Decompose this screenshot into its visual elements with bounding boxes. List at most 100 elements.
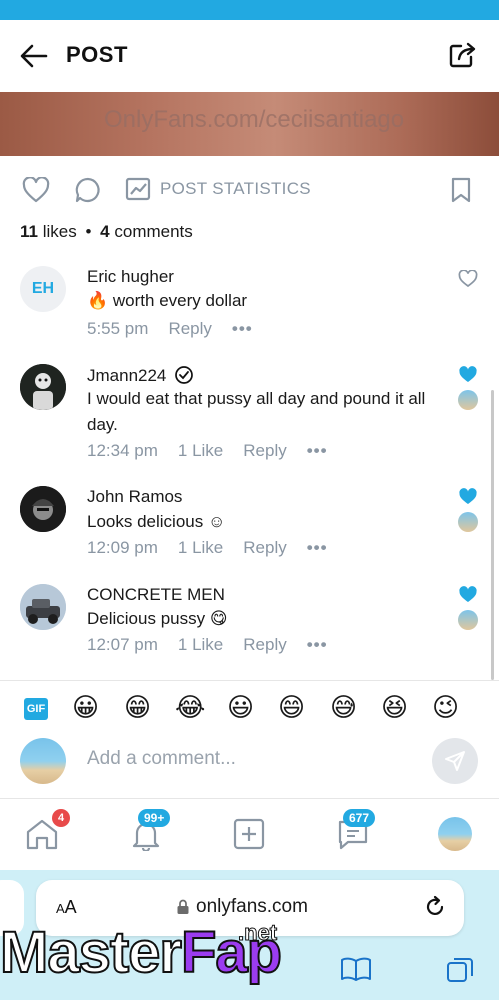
media-watermark: OnlyFans.com/ceciisantiago — [104, 106, 405, 133]
reload-icon[interactable] — [422, 894, 448, 920]
current-user-avatar — [20, 738, 66, 784]
post-engagement-summary: 11 likes • 4 comments — [20, 222, 193, 242]
add-post-icon — [233, 818, 265, 850]
user-photo-icon — [20, 486, 66, 532]
tab-home[interactable]: 4 — [24, 809, 70, 853]
comment-text: Delicious pussy 😋 — [87, 606, 427, 632]
likes-count[interactable]: 11 — [20, 222, 38, 241]
fire-emoji: 🔥 — [87, 291, 109, 310]
comment-input[interactable]: Add a comment... — [87, 748, 236, 770]
like-heart-icon[interactable] — [22, 177, 50, 203]
comment-meta: 12:09 pm 1 Like Reply ••• — [87, 538, 348, 558]
bookmarks-book-icon[interactable] — [340, 956, 372, 982]
emoji-button[interactable]: 😄 — [278, 693, 305, 723]
tabs-overview-icon[interactable] — [446, 956, 474, 984]
logo-part-master: Master — [0, 920, 183, 985]
comments-word: comments — [114, 222, 193, 241]
comments-count: 4 — [100, 222, 110, 241]
emoji-button[interactable]: 😅 — [330, 693, 357, 723]
url-text: onlyfans.com — [196, 896, 308, 917]
smile-emoji: ☺ — [207, 512, 226, 531]
comment-like-heart-icon[interactable] — [458, 270, 478, 288]
emoji-button[interactable]: 😉 — [432, 693, 459, 723]
comment-author[interactable]: Jmann224 — [87, 365, 194, 386]
reply-button[interactable]: Reply — [243, 635, 286, 655]
notifications-badge: 99+ — [138, 809, 171, 827]
back-arrow-icon[interactable] — [18, 42, 50, 70]
more-options-icon[interactable]: ••• — [307, 635, 328, 655]
post-actions-bar: POST STATISTICS — [0, 160, 499, 216]
tab-notifications[interactable]: 99+ — [128, 809, 171, 853]
reply-button[interactable]: Reply — [168, 319, 211, 339]
comment-meta: 12:07 pm 1 Like Reply ••• — [87, 635, 348, 655]
scrollbar[interactable] — [491, 390, 494, 680]
text-size-button[interactable]: AA — [56, 897, 77, 918]
status-bar — [0, 0, 499, 20]
comment-liked-heart-icon[interactable] — [458, 586, 478, 604]
comment-time: 12:09 pm — [87, 538, 158, 557]
comment-bubble-icon[interactable] — [74, 176, 102, 204]
comment-like-count[interactable]: 1 Like — [178, 635, 223, 655]
reply-button[interactable]: Reply — [243, 538, 286, 558]
more-options-icon[interactable]: ••• — [232, 319, 253, 339]
aa-small: A — [56, 901, 65, 916]
reply-button[interactable]: Reply — [243, 441, 286, 461]
emoji-button[interactable]: 😁 — [124, 693, 151, 723]
avatar[interactable] — [20, 364, 66, 410]
meta-separator: • — [85, 222, 92, 241]
comment-text: Looks delicious ☺ — [87, 509, 427, 535]
comment-author[interactable]: John Ramos — [87, 487, 182, 507]
comment-like-count[interactable]: 1 Like — [178, 441, 223, 461]
comment-author[interactable]: CONCRETE MEN — [87, 585, 225, 605]
avatar[interactable] — [20, 486, 66, 532]
aa-large: A — [64, 897, 77, 917]
more-options-icon[interactable]: ••• — [307, 538, 328, 558]
yum-emoji: 😋 — [209, 609, 228, 628]
comment-body: I would eat that pussy all day and pound… — [87, 389, 426, 434]
emoji-button[interactable]: 😀 — [72, 693, 99, 723]
emoji-button[interactable]: 😆 — [381, 693, 408, 723]
post-media-preview[interactable]: OnlyFans.com/ceciisantiago — [0, 92, 499, 156]
comment-liked-heart-icon[interactable] — [458, 366, 478, 384]
messages-badge: 677 — [343, 809, 376, 827]
comment-meta: 12:34 pm 1 Like Reply ••• — [87, 441, 348, 461]
comment-meta: 5:55 pm Reply ••• — [87, 319, 273, 339]
home-badge: 4 — [52, 809, 70, 827]
emoji-button[interactable]: 😃 — [227, 693, 254, 723]
statistics-chart-icon — [125, 177, 151, 201]
likes-word[interactable]: likes — [43, 222, 77, 241]
avatar[interactable]: EH — [20, 266, 66, 312]
send-button[interactable] — [432, 738, 478, 784]
user-photo-icon — [20, 364, 66, 410]
avatar[interactable] — [20, 584, 66, 630]
tab-profile-avatar[interactable] — [438, 817, 472, 851]
bookmark-icon[interactable] — [450, 177, 472, 203]
comment-composer: Add a comment... — [0, 734, 499, 798]
verified-icon — [175, 366, 193, 384]
url-display[interactable]: onlyfans.com — [176, 896, 308, 918]
tab-create[interactable] — [232, 817, 272, 853]
send-plane-icon — [445, 751, 465, 771]
post-statistics-label: POST STATISTICS — [160, 179, 311, 198]
comment-time: 12:07 pm — [87, 635, 158, 654]
post-header: POST — [0, 20, 499, 92]
emoji-button[interactable]: 😂 — [175, 693, 205, 723]
comment-text: 🔥 worth every dollar — [87, 288, 427, 314]
watermark-logo-suffix: .net — [237, 920, 278, 946]
creator-liked-avatar — [458, 610, 478, 630]
comment-body: Delicious pussy — [87, 609, 206, 628]
comment-author[interactable]: Eric hugher — [87, 267, 174, 287]
comment-time: 12:34 pm — [87, 441, 158, 460]
user-photo-icon — [20, 584, 66, 630]
author-name: Jmann224 — [87, 366, 167, 385]
gif-button[interactable]: GIF — [24, 698, 48, 720]
creator-liked-avatar — [458, 512, 478, 532]
creator-liked-avatar — [458, 390, 478, 410]
comment-liked-heart-icon[interactable] — [458, 488, 478, 506]
emoji-quick-bar: GIF 😀 😁 😂 😃 😄 😅 😆 😉 — [0, 680, 499, 734]
share-icon[interactable] — [447, 40, 479, 70]
more-options-icon[interactable]: ••• — [307, 441, 328, 461]
tab-messages[interactable]: 677 — [335, 809, 376, 853]
bottom-tab-bar: 4 99+ 677 — [0, 798, 499, 870]
comment-like-count[interactable]: 1 Like — [178, 538, 223, 558]
